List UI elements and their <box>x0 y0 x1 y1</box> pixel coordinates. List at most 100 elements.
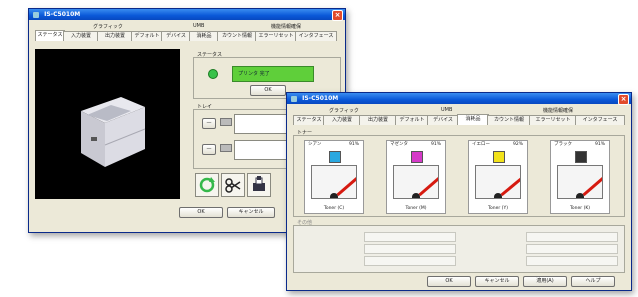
cancel-button[interactable]: キャンセル <box>475 276 519 287</box>
meter-needle <box>500 175 520 197</box>
cartridge-icon <box>493 151 505 163</box>
meter-base <box>330 193 338 198</box>
toner-color-name: マゼンタ <box>390 142 408 147</box>
cartridge-icon <box>411 151 423 163</box>
tab-default[interactable]: デフォルト <box>395 115 429 125</box>
tab-supplies[interactable]: 消耗品 <box>457 114 489 125</box>
tab-status[interactable]: ステータス <box>293 115 325 125</box>
tab-group-label-graphic: グラフィック <box>93 24 123 30</box>
toner-percent: 91% <box>594 142 605 147</box>
toner-meter <box>557 165 603 199</box>
supply-field <box>364 256 456 266</box>
gauge-header: シアン 91% <box>305 141 363 149</box>
ok-button[interactable]: OK <box>179 207 223 218</box>
apply-button[interactable]: 適用(A) <box>523 276 567 287</box>
gauge-header: イエロー 92% <box>469 141 527 149</box>
gauge-header: ブラック 91% <box>551 141 609 149</box>
supply-field <box>364 232 456 242</box>
gauge-header: マゼンタ 91% <box>387 141 445 149</box>
tab-interface[interactable]: インタフェース <box>575 115 625 125</box>
tab-status[interactable]: ステータス <box>35 30 65 41</box>
tab-group-label-config: 機能情報確保 <box>543 108 574 114</box>
tools-button[interactable] <box>221 173 245 197</box>
close-icon[interactable]: × <box>332 10 343 21</box>
tray2-button[interactable]: — <box>202 144 216 155</box>
status-display: プリンタ 完了 <box>232 66 314 82</box>
tray1-button[interactable]: — <box>202 118 216 129</box>
toner-label: Toner (K) <box>569 206 591 211</box>
printer-icon <box>33 11 39 18</box>
tab-interface[interactable]: インタフェース <box>295 31 337 41</box>
printer-image <box>81 97 146 167</box>
tab-output[interactable]: 出力装置 <box>359 115 397 125</box>
refresh-button[interactable] <box>195 173 219 197</box>
tab-supplies[interactable]: 消耗品 <box>189 31 219 41</box>
tab-counter[interactable]: カウント情報 <box>487 115 531 125</box>
cancel-button[interactable]: キャンセル <box>227 207 275 218</box>
tab-input[interactable]: 入力装置 <box>63 31 99 41</box>
tray2-indicator <box>220 144 232 152</box>
tab-group-label-umb: UMB <box>193 23 205 29</box>
tab-group-label-umb: UMB <box>441 107 453 113</box>
other-supplies-group <box>293 225 625 273</box>
toner-meter <box>393 165 439 199</box>
supply-field <box>526 244 618 254</box>
window-title: IS-C5010M <box>302 95 339 102</box>
supply-field <box>526 256 618 266</box>
meter-base <box>412 193 420 198</box>
supply-field <box>364 244 456 254</box>
toner-gauge-magenta: マゼンタ 91% Toner (M) <box>386 140 446 214</box>
tab-counter[interactable]: カウント情報 <box>217 31 257 41</box>
tab-device[interactable]: デバイス <box>427 115 459 125</box>
printer-status-icon <box>253 176 265 191</box>
tab-error-reset[interactable]: エラーリセット <box>529 115 577 125</box>
toner-color-name: ブラック <box>554 142 572 147</box>
toner-color-name: シアン <box>308 142 322 147</box>
meter-needle <box>336 175 356 197</box>
tab-row: グラフィック UMB 機能情報確保 ステータス 入力装置 出力装置 デフォルト … <box>293 107 625 125</box>
meter-needle <box>582 175 602 197</box>
window-titlebar: IS-C5010M × <box>287 93 631 105</box>
toner-label: Toner (C) <box>323 206 345 211</box>
status-ok-button[interactable]: OK <box>250 85 286 96</box>
toner-meter <box>475 165 521 199</box>
tab-error-reset[interactable]: エラーリセット <box>255 31 297 41</box>
toner-color-name: イエロー <box>472 142 490 147</box>
tab-default[interactable]: デフォルト <box>131 31 163 41</box>
toner-label: Toner (Y) <box>488 206 508 211</box>
toner-percent: 91% <box>348 142 359 147</box>
toner-gauge-yellow: イエロー 92% Toner (Y) <box>468 140 528 214</box>
status-text: プリンタ 完了 <box>238 71 270 77</box>
tab-output[interactable]: 出力装置 <box>97 31 133 41</box>
ok-button[interactable]: OK <box>427 276 471 287</box>
cartridge-icon <box>575 151 587 163</box>
window-title: IS-C5010M <box>44 11 81 18</box>
tab-row: グラフィック UMB 機能情報確保 ステータス 入力装置 出力装置 デフォルト … <box>35 23 339 41</box>
toner-percent: 92% <box>512 142 523 147</box>
status-led-icon <box>208 69 218 79</box>
toner-gauge-cyan: シアン 91% Toner (C) <box>304 140 364 214</box>
printer-preview <box>35 49 180 199</box>
supplies-window: IS-C5010M × グラフィック UMB 機能情報確保 ステータス 入力装置… <box>286 92 632 291</box>
toner-label: Toner (M) <box>405 206 427 211</box>
tab-input[interactable]: 入力装置 <box>323 115 361 125</box>
window-titlebar: IS-C5010M × <box>29 9 345 21</box>
tray1-indicator <box>220 118 232 126</box>
cartridge-icon <box>329 151 341 163</box>
toner-meter <box>311 165 357 199</box>
supply-field <box>526 232 618 242</box>
meter-base <box>576 193 584 198</box>
help-button[interactable]: ヘルプ <box>571 276 615 287</box>
toner-gauge-black: ブラック 91% Toner (K) <box>550 140 610 214</box>
printer-icon <box>291 95 297 102</box>
tab-group-label-graphic: グラフィック <box>329 108 359 114</box>
toner-percent: 91% <box>430 142 441 147</box>
tab-device[interactable]: デバイス <box>161 31 191 41</box>
meter-base <box>494 193 502 198</box>
toner-group: シアン 91% Toner (C) マゼンタ 91% Toner (M) イエロー 9… <box>293 135 625 217</box>
scissors-icon <box>225 178 241 193</box>
tab-group-label-config: 機能情報確保 <box>271 24 302 30</box>
close-icon[interactable]: × <box>618 94 629 105</box>
print-info-button[interactable] <box>247 173 271 197</box>
meter-needle <box>418 175 438 197</box>
